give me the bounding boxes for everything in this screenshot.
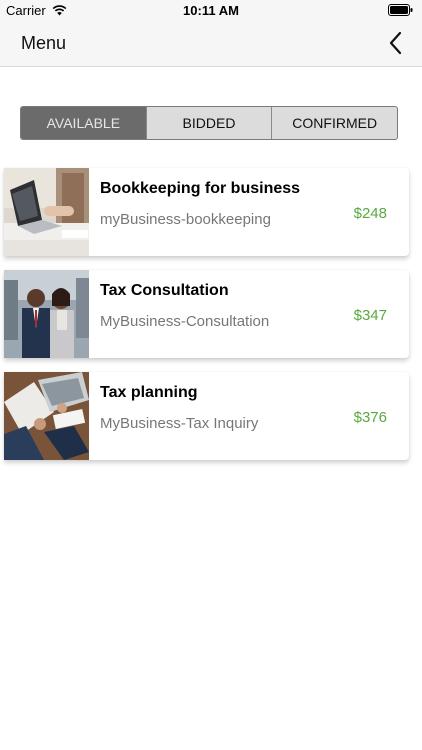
tab-bidded[interactable]: BIDDED (145, 107, 272, 139)
screen: Carrier 10:11 AM Menu AVAILABLE BIDDED C… (0, 0, 422, 750)
desk-calculator-photo (4, 372, 89, 460)
chevron-left-icon[interactable] (386, 30, 406, 56)
page-title: Menu (21, 33, 67, 53)
service-price: $376 (353, 409, 387, 426)
battery-icon (388, 4, 413, 16)
business-people-photo (4, 270, 89, 358)
service-price: $347 (353, 307, 387, 324)
status-bar: Carrier 10:11 AM (0, 0, 422, 22)
service-title: Tax planning (100, 384, 198, 401)
service-card-bookkeeping[interactable]: Bookkeeping for business myBusiness-book… (4, 168, 409, 256)
service-title: Tax Consultation (100, 282, 229, 299)
service-list: Bookkeeping for business myBusiness-book… (4, 168, 409, 474)
service-card-tax-planning[interactable]: Tax planning MyBusiness-Tax Inquiry $376 (4, 372, 409, 460)
service-card-tax-consultation[interactable]: Tax Consultation MyBusiness-Consultation… (4, 270, 409, 358)
tab-available[interactable]: AVAILABLE (21, 107, 146, 139)
status-time: 10:11 AM (183, 3, 239, 18)
service-subtitle: MyBusiness-Consultation (100, 313, 270, 330)
service-subtitle: myBusiness-bookkeeping (100, 211, 271, 228)
status-segmented-control: AVAILABLE BIDDED CONFIRMED (20, 106, 398, 140)
laptop-office-photo (4, 168, 89, 256)
service-title: Bookkeeping for business (100, 180, 301, 197)
tab-confirmed[interactable]: CONFIRMED (271, 107, 397, 139)
service-price: $248 (353, 205, 387, 222)
navigation-bar: Menu (0, 22, 422, 67)
service-subtitle: MyBusiness-Tax Inquiry (100, 415, 259, 432)
